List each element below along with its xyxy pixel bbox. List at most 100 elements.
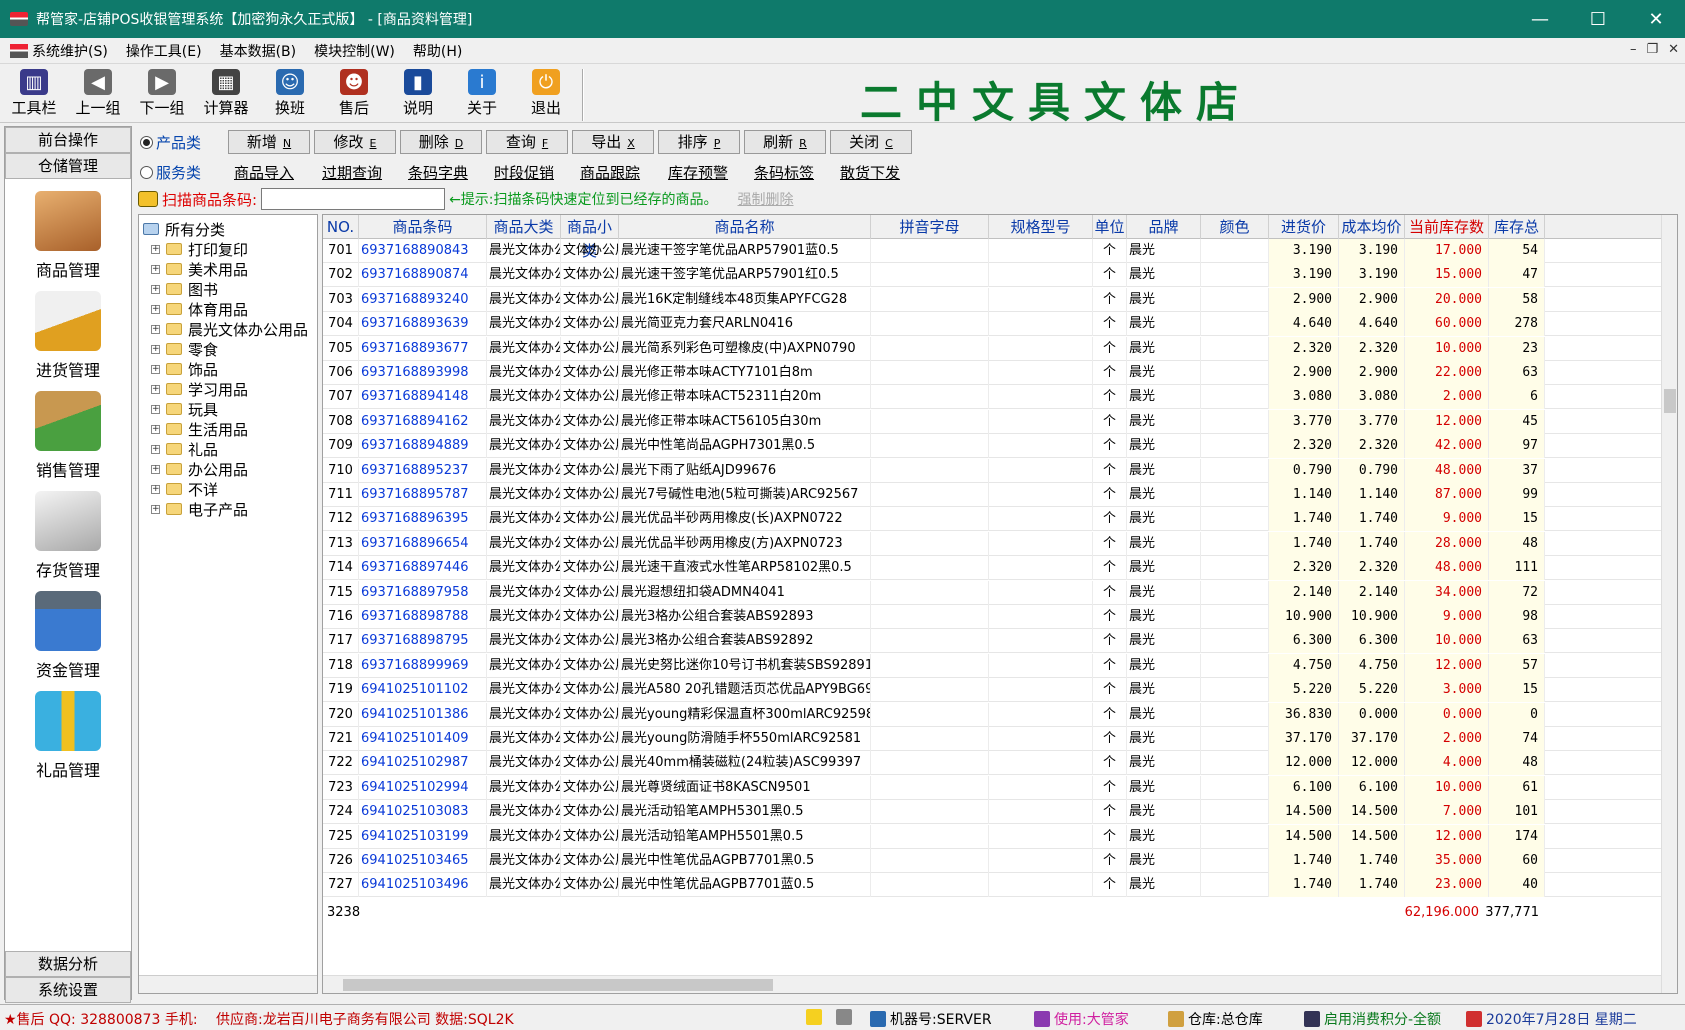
tree-item[interactable]: + 饰品 <box>139 359 218 379</box>
table-row[interactable]: 7166937168898788晨光文体办公用品文体办公用品晨光3格办公组合套装… <box>323 605 1661 629</box>
mdi-minimize-button[interactable]: – <box>1630 42 1637 57</box>
scroll-thumb[interactable] <box>1664 389 1676 413</box>
table-row[interactable]: 7076937168894148晨光文体办公用品文体办公用品晨光修正带本味ACT… <box>323 385 1661 410</box>
table-row[interactable]: 7026937168890874晨光文体办公用品文体办公用品晨光速干签字笔优品A… <box>323 263 1661 288</box>
module-finance[interactable]: 资金管理 <box>5 583 131 683</box>
toolbar-button-next-group[interactable]: ▶ 下一组 <box>130 69 194 121</box>
tree-item[interactable]: + 零食 <box>139 339 218 359</box>
link-barcode-labels[interactable]: 条码标签 <box>754 162 814 183</box>
tree-horizontal-scrollbar[interactable] <box>139 975 317 993</box>
query-button[interactable]: 查询 F <box>486 130 568 154</box>
forced-delete-link[interactable]: 强制删除 <box>738 189 794 209</box>
column-header[interactable]: 当前库存数 <box>1405 215 1489 239</box>
column-header[interactable]: 进货价 <box>1269 215 1339 239</box>
mdi-close-button[interactable]: ✕ <box>1668 42 1679 57</box>
table-row[interactable]: 7256941025103199晨光文体办公用品文体办公用品晨光活动铅笔AMPH… <box>323 824 1661 849</box>
expand-icon[interactable]: + <box>151 344 160 354</box>
link-stock-alert[interactable]: 库存预警 <box>668 162 728 183</box>
tree-root[interactable]: 所有分类 <box>139 219 225 239</box>
toolbar-button-about[interactable]: i 关于 <box>450 69 514 121</box>
expand-icon[interactable]: + <box>151 504 160 514</box>
table-row[interactable]: 7116937168895787晨光文体办公用品文体办公用品晨光7号碱性电池(5… <box>323 483 1661 507</box>
menu-system[interactable]: 系统维护(S) <box>32 41 108 61</box>
app-menu-icon[interactable] <box>10 43 28 58</box>
tree-item[interactable]: + 不详 <box>139 479 218 499</box>
module-purchase[interactable]: 进货管理 <box>5 283 131 383</box>
column-header[interactable]: 成本均价 <box>1339 215 1405 239</box>
link-bulk-dispatch[interactable]: 散货下发 <box>840 162 900 183</box>
expand-icon[interactable]: + <box>151 324 160 334</box>
table-row[interactable]: 7176937168898795晨光文体办公用品文体办公用品晨光3格办公组合套装… <box>323 629 1661 654</box>
table-vertical-scrollbar[interactable] <box>1661 215 1677 993</box>
tree-item[interactable]: + 打印复印 <box>139 239 248 259</box>
tree-item[interactable]: + 晨光文体办公用品 <box>139 319 308 339</box>
tree-item[interactable]: + 生活用品 <box>139 419 248 439</box>
column-header[interactable]: NO. <box>323 215 359 239</box>
expand-icon[interactable]: + <box>151 264 160 274</box>
mdi-restore-button[interactable]: ❐ <box>1646 42 1658 57</box>
refresh-button[interactable]: 刷新 R <box>744 130 826 154</box>
column-header[interactable]: 规格型号 <box>989 215 1093 239</box>
table-row[interactable]: 7016937168890843晨光文体办公用品文体办公用品晨光速干签字笔优品A… <box>323 239 1661 263</box>
nav-data-analysis[interactable]: 数据分析 <box>5 951 131 977</box>
link-import-goods[interactable]: 商品导入 <box>234 162 294 183</box>
column-header[interactable]: 商品大类 <box>487 215 561 239</box>
table-row[interactable]: 7156937168897958晨光文体办公用品文体办公用品晨光遐想纽扣袋ADM… <box>323 580 1661 605</box>
menu-basic-data[interactable]: 基本数据(B) <box>220 41 297 61</box>
table-row[interactable]: 7246941025103083晨光文体办公用品文体办公用品晨光活动铅笔AMPH… <box>323 800 1661 825</box>
sort-button[interactable]: 排序 P <box>658 130 740 154</box>
delete-button[interactable]: 删除 D <box>400 130 482 154</box>
module-sales[interactable]: 销售管理 <box>5 383 131 483</box>
toolbar-button-toolbar[interactable]: ▥ 工具栏 <box>2 69 66 121</box>
expand-icon[interactable]: + <box>151 284 160 294</box>
radio-product-class[interactable]: 产品类 <box>140 132 201 153</box>
link-goods-tracking[interactable]: 商品跟踪 <box>580 162 640 183</box>
expand-icon[interactable]: + <box>151 424 160 434</box>
table-row[interactable]: 7216941025101409晨光文体办公用品文体办公用品晨光young防滑随… <box>323 727 1661 751</box>
table-row[interactable]: 7226941025102987晨光文体办公用品文体办公用品晨光40mm桶装磁粒… <box>323 751 1661 776</box>
menu-help[interactable]: 帮助(H) <box>413 41 462 61</box>
toolbar-button-exit[interactable]: ⏻ 退出 <box>514 69 578 121</box>
module-goods[interactable]: 商品管理 <box>5 183 131 283</box>
nav-system-settings[interactable]: 系统设置 <box>5 977 131 1003</box>
table-row[interactable]: 7086937168894162晨光文体办公用品文体办公用品晨光修正带本味ACT… <box>323 409 1661 434</box>
column-header[interactable]: 品牌 <box>1127 215 1201 239</box>
expand-icon[interactable]: + <box>151 444 160 454</box>
column-header[interactable]: 颜色 <box>1201 215 1269 239</box>
link-expiry-query[interactable]: 过期查询 <box>322 162 382 183</box>
minimize-button[interactable]: — <box>1511 0 1569 38</box>
link-barcode-dict[interactable]: 条码字典 <box>408 162 468 183</box>
tree-item[interactable]: + 体育用品 <box>139 299 248 319</box>
radio-service-class[interactable]: 服务类 <box>140 162 201 183</box>
toolbar-button-shift[interactable]: ☺ 换班 <box>258 69 322 121</box>
link-time-promo[interactable]: 时段促销 <box>494 162 554 183</box>
expand-icon[interactable]: + <box>151 304 160 314</box>
tree-item[interactable]: + 电子产品 <box>139 499 248 519</box>
column-header[interactable]: 单位 <box>1093 215 1127 239</box>
table-horizontal-scrollbar[interactable] <box>323 975 1661 993</box>
expand-icon[interactable]: + <box>151 404 160 414</box>
table-row[interactable]: 7136937168896654晨光文体办公用品文体办公用品晨光优品半砂两用橡皮… <box>323 531 1661 556</box>
module-inventory[interactable]: 存货管理 <box>5 483 131 583</box>
table-row[interactable]: 7126937168896395晨光文体办公用品文体办公用品晨光优品半砂两用橡皮… <box>323 507 1661 532</box>
add-button[interactable]: 新增 N <box>228 130 310 154</box>
menu-module-control[interactable]: 模块控制(W) <box>314 41 395 61</box>
close-button[interactable]: ✕ <box>1627 0 1685 38</box>
toolbar-button-manual[interactable]: ▮ 说明 <box>386 69 450 121</box>
scroll-thumb[interactable] <box>343 979 773 991</box>
menu-tools[interactable]: 操作工具(E) <box>126 41 202 61</box>
table-row[interactable]: 7046937168893639晨光文体办公用品文体办公用品晨光简亚克力套尺AR… <box>323 312 1661 337</box>
toolbar-button-aftersale[interactable]: ☻ 售后 <box>322 69 386 121</box>
table-row[interactable]: 7196941025101102晨光文体办公用品文体办公用品晨光A580 20孔… <box>323 678 1661 703</box>
toolbar-button-prev-group[interactable]: ◀ 上一组 <box>66 69 130 121</box>
tree-item[interactable]: + 美术用品 <box>139 259 248 279</box>
tree-item[interactable]: + 图书 <box>139 279 218 299</box>
close-panel-button[interactable]: 关闭 C <box>830 130 912 154</box>
table-row[interactable]: 7056937168893677晨光文体办公用品文体办公用品晨光简系列彩色可塑橡… <box>323 336 1661 361</box>
toolbar-button-calculator[interactable]: ▦ 计算器 <box>194 69 258 121</box>
column-header[interactable]: 商品名称 <box>619 215 871 239</box>
table-row[interactable]: 7206941025101386晨光文体办公用品文体办公用品晨光young精彩保… <box>323 702 1661 727</box>
nav-front-desk[interactable]: 前台操作 <box>5 127 131 153</box>
table-row[interactable]: 7066937168893998晨光文体办公用品文体办公用品晨光修正带本味ACT… <box>323 361 1661 385</box>
tree-item[interactable]: + 玩具 <box>139 399 218 419</box>
